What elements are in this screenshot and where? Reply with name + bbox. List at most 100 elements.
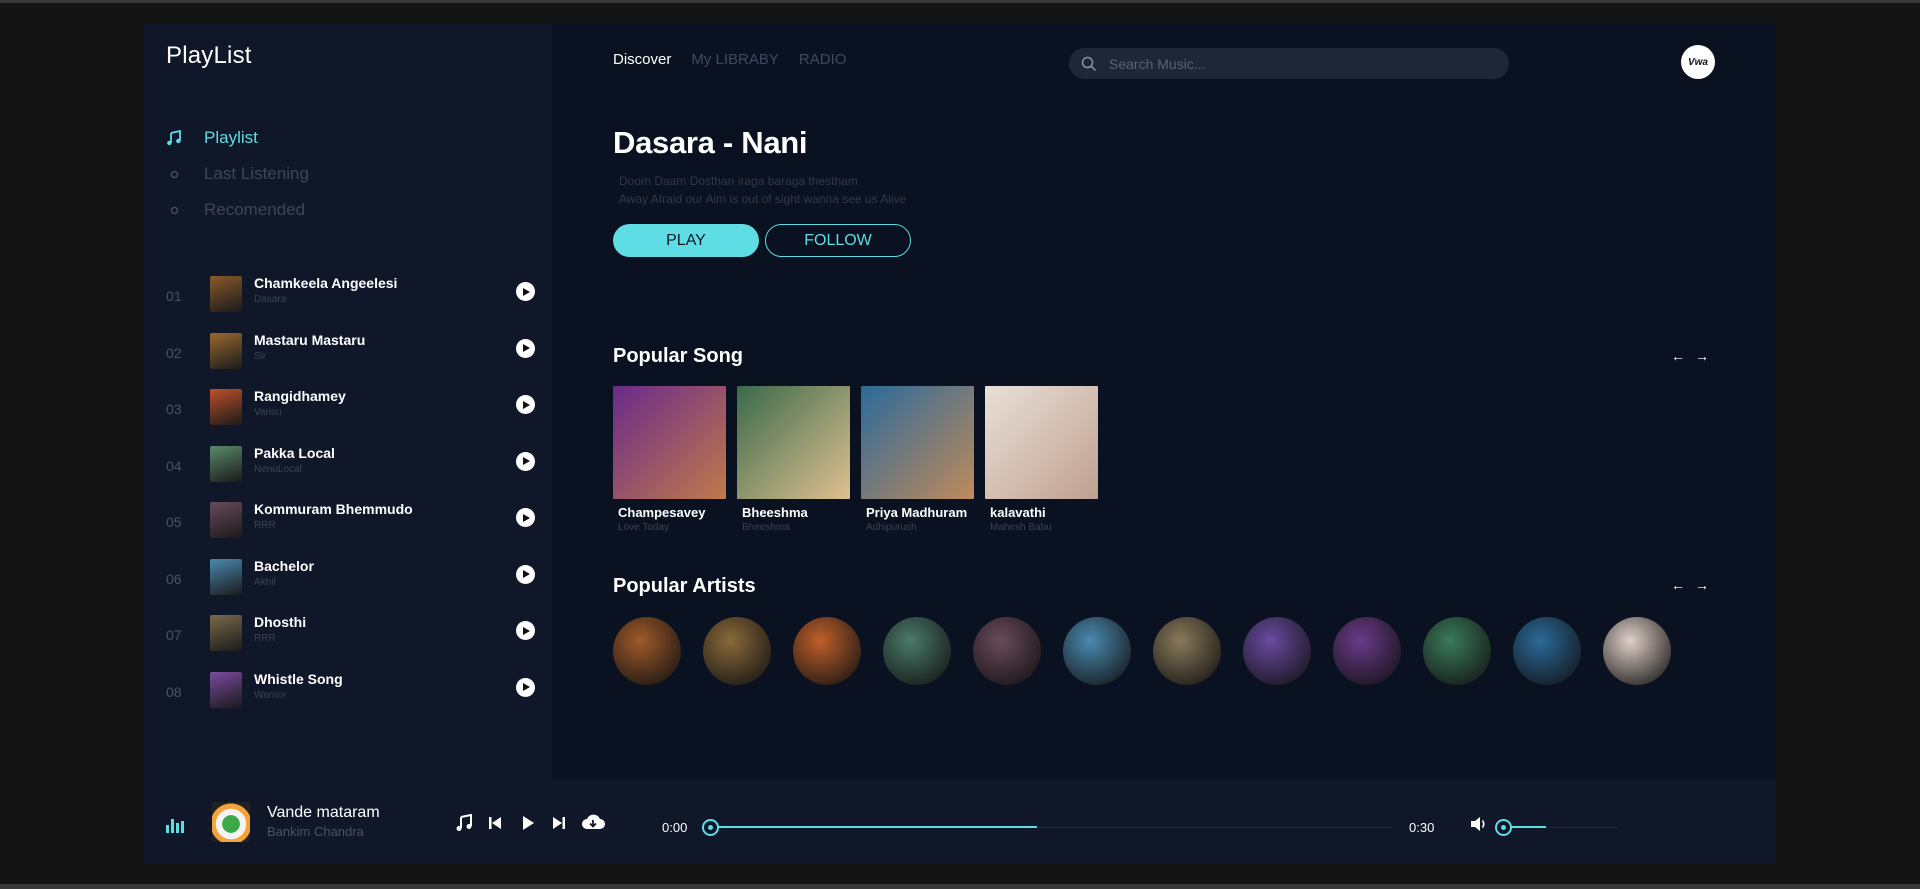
volume-icon[interactable] [1470,815,1488,833]
sidebar-item-playlist[interactable]: Playlist [166,120,309,156]
track-play-icon[interactable] [516,564,535,584]
artist-avatar[interactable] [1333,617,1401,685]
track-title: Dhosthi [254,614,307,630]
artist-avatar[interactable] [1063,617,1131,685]
track-play-icon[interactable] [516,338,535,358]
track-cover [210,502,242,538]
track-title: Mastaru Mastaru [254,331,366,348]
track-title: Rangidhamey [254,388,346,404]
song-cover [737,386,850,499]
circle-icon [166,170,182,178]
popular-artists-title: Popular Artists [613,575,756,597]
track-list: 01 Chamkeela Angeelesi Dasara 02 Mastaru Mas… [166,272,538,724]
track-artist: Varisu [254,407,282,418]
song-cover [985,386,1098,499]
sidebar-item-last-listening[interactable]: Last Listening [166,156,309,192]
top-border [0,0,1920,3]
track-row[interactable]: 06 Bachelor Akhil [166,555,538,612]
song-cover [861,386,974,499]
track-row[interactable]: 03 Rangidhamey Varisu [166,385,538,442]
song-card[interactable]: kalavathi Mahesh Babu [985,386,1098,533]
music-note-icon[interactable] [455,814,473,832]
previous-icon[interactable] [487,815,503,831]
next-icon[interactable] [551,815,567,831]
playback-controls [455,813,605,833]
now-playing-artist: Bankim Chandra [267,824,364,839]
follow-button[interactable]: FOLLOW [765,224,911,257]
volume-slider[interactable] [1495,819,1617,836]
song-card[interactable]: Champesavey Love Today [613,386,726,533]
track-number: 05 [166,514,182,530]
sidebar: PlayList Playlist Last Listening Recomende… [144,24,552,780]
sidebar-item-label: Last Listening [204,164,309,183]
artist-avatar[interactable] [973,617,1041,685]
search-input[interactable] [1109,55,1489,72]
song-subtitle: Mahesh Babu [990,522,1052,533]
popular-song-list: Champesavey Love Today Bheeshma Bheeshma Pri… [613,386,1098,533]
music-note-icon [166,130,182,146]
track-row[interactable]: 02 Mastaru Mastaru Sir [166,329,538,386]
tab-radio[interactable]: RADIO [799,51,847,68]
track-artist: NenuLocal [254,463,302,475]
track-row[interactable]: 04 Pakka Local NenuLocal [166,442,538,499]
track-row[interactable]: 07 Dhosthi RRR [166,611,538,668]
tab-discover[interactable]: Discover [613,51,671,68]
top-tabs: Discover My LIBRABY RADIO [613,51,846,68]
artist-avatar[interactable] [613,617,681,685]
artist-avatar[interactable] [883,617,951,685]
song-title: Bheeshma [742,505,808,520]
popular-song-arrows: ← → [1671,348,1709,364]
track-artist: Dasara [254,294,287,305]
arrow-left-icon[interactable]: ← [1671,348,1685,364]
song-card[interactable]: Priya Madhuram Adhipurush [861,386,974,533]
popular-song-title: Popular Song [613,345,743,367]
seek-bar[interactable] [702,819,1392,836]
track-row[interactable]: 01 Chamkeela Angeelesi Dasara [166,272,538,329]
artist-avatar[interactable] [1153,617,1221,685]
track-number: 03 [166,401,182,417]
track-artist: Sir [254,350,267,362]
hero-title: Dasara - Nani [613,125,808,160]
track-play-icon[interactable] [516,282,535,301]
artist-avatar[interactable] [703,617,771,685]
now-playing-cover [212,802,250,842]
artist-avatar[interactable] [1243,617,1311,685]
arrow-left-icon[interactable]: ← [1671,577,1685,593]
track-row[interactable]: 08 Whistle Song Warrior [166,668,538,725]
track-number: 02 [166,344,182,361]
artist-avatar[interactable] [1603,617,1671,685]
equalizer-icon [166,819,184,833]
track-number: 08 [166,683,182,700]
download-icon[interactable] [581,814,605,832]
track-play-icon[interactable] [516,508,535,527]
hero-description: Doom Daam Dosthan iraga baraga thestham … [619,172,906,208]
tab-my-libraby[interactable]: My LIBRABY [691,51,779,68]
track-play-icon[interactable] [516,395,535,414]
track-cover [210,332,242,369]
track-number: 01 [166,288,182,304]
avatar[interactable]: Vwa [1681,45,1715,79]
arrow-right-icon[interactable]: → [1695,348,1709,364]
track-play-icon[interactable] [516,451,535,471]
sidebar-item-recomended[interactable]: Recomended [166,192,309,228]
seek-knob[interactable] [702,819,719,836]
song-title: kalavathi [990,505,1046,520]
track-number: 06 [166,570,182,587]
track-play-icon[interactable] [516,621,535,640]
track-play-icon[interactable] [516,677,535,697]
hero-line: Away Afraid our Aim is out of sight wann… [619,192,907,206]
track-title: Kommuram Bhemmudo [254,501,413,517]
track-row[interactable]: 05 Kommuram Bhemmudo RRR [166,498,538,555]
track-title: Whistle Song [254,670,343,687]
volume-knob[interactable] [1495,819,1512,836]
artist-avatar[interactable] [1423,617,1491,685]
search-bar[interactable] [1069,48,1509,79]
play-button[interactable]: PLAY [613,224,759,257]
arrow-right-icon[interactable]: → [1695,577,1709,593]
song-card[interactable]: Bheeshma Bheeshma [737,386,850,533]
artist-avatar[interactable] [1513,617,1581,685]
now-playing-title: Vande mataram [267,804,380,821]
artist-avatar[interactable] [793,617,861,685]
play-icon[interactable] [517,813,537,833]
popular-artists-list [613,617,1671,685]
